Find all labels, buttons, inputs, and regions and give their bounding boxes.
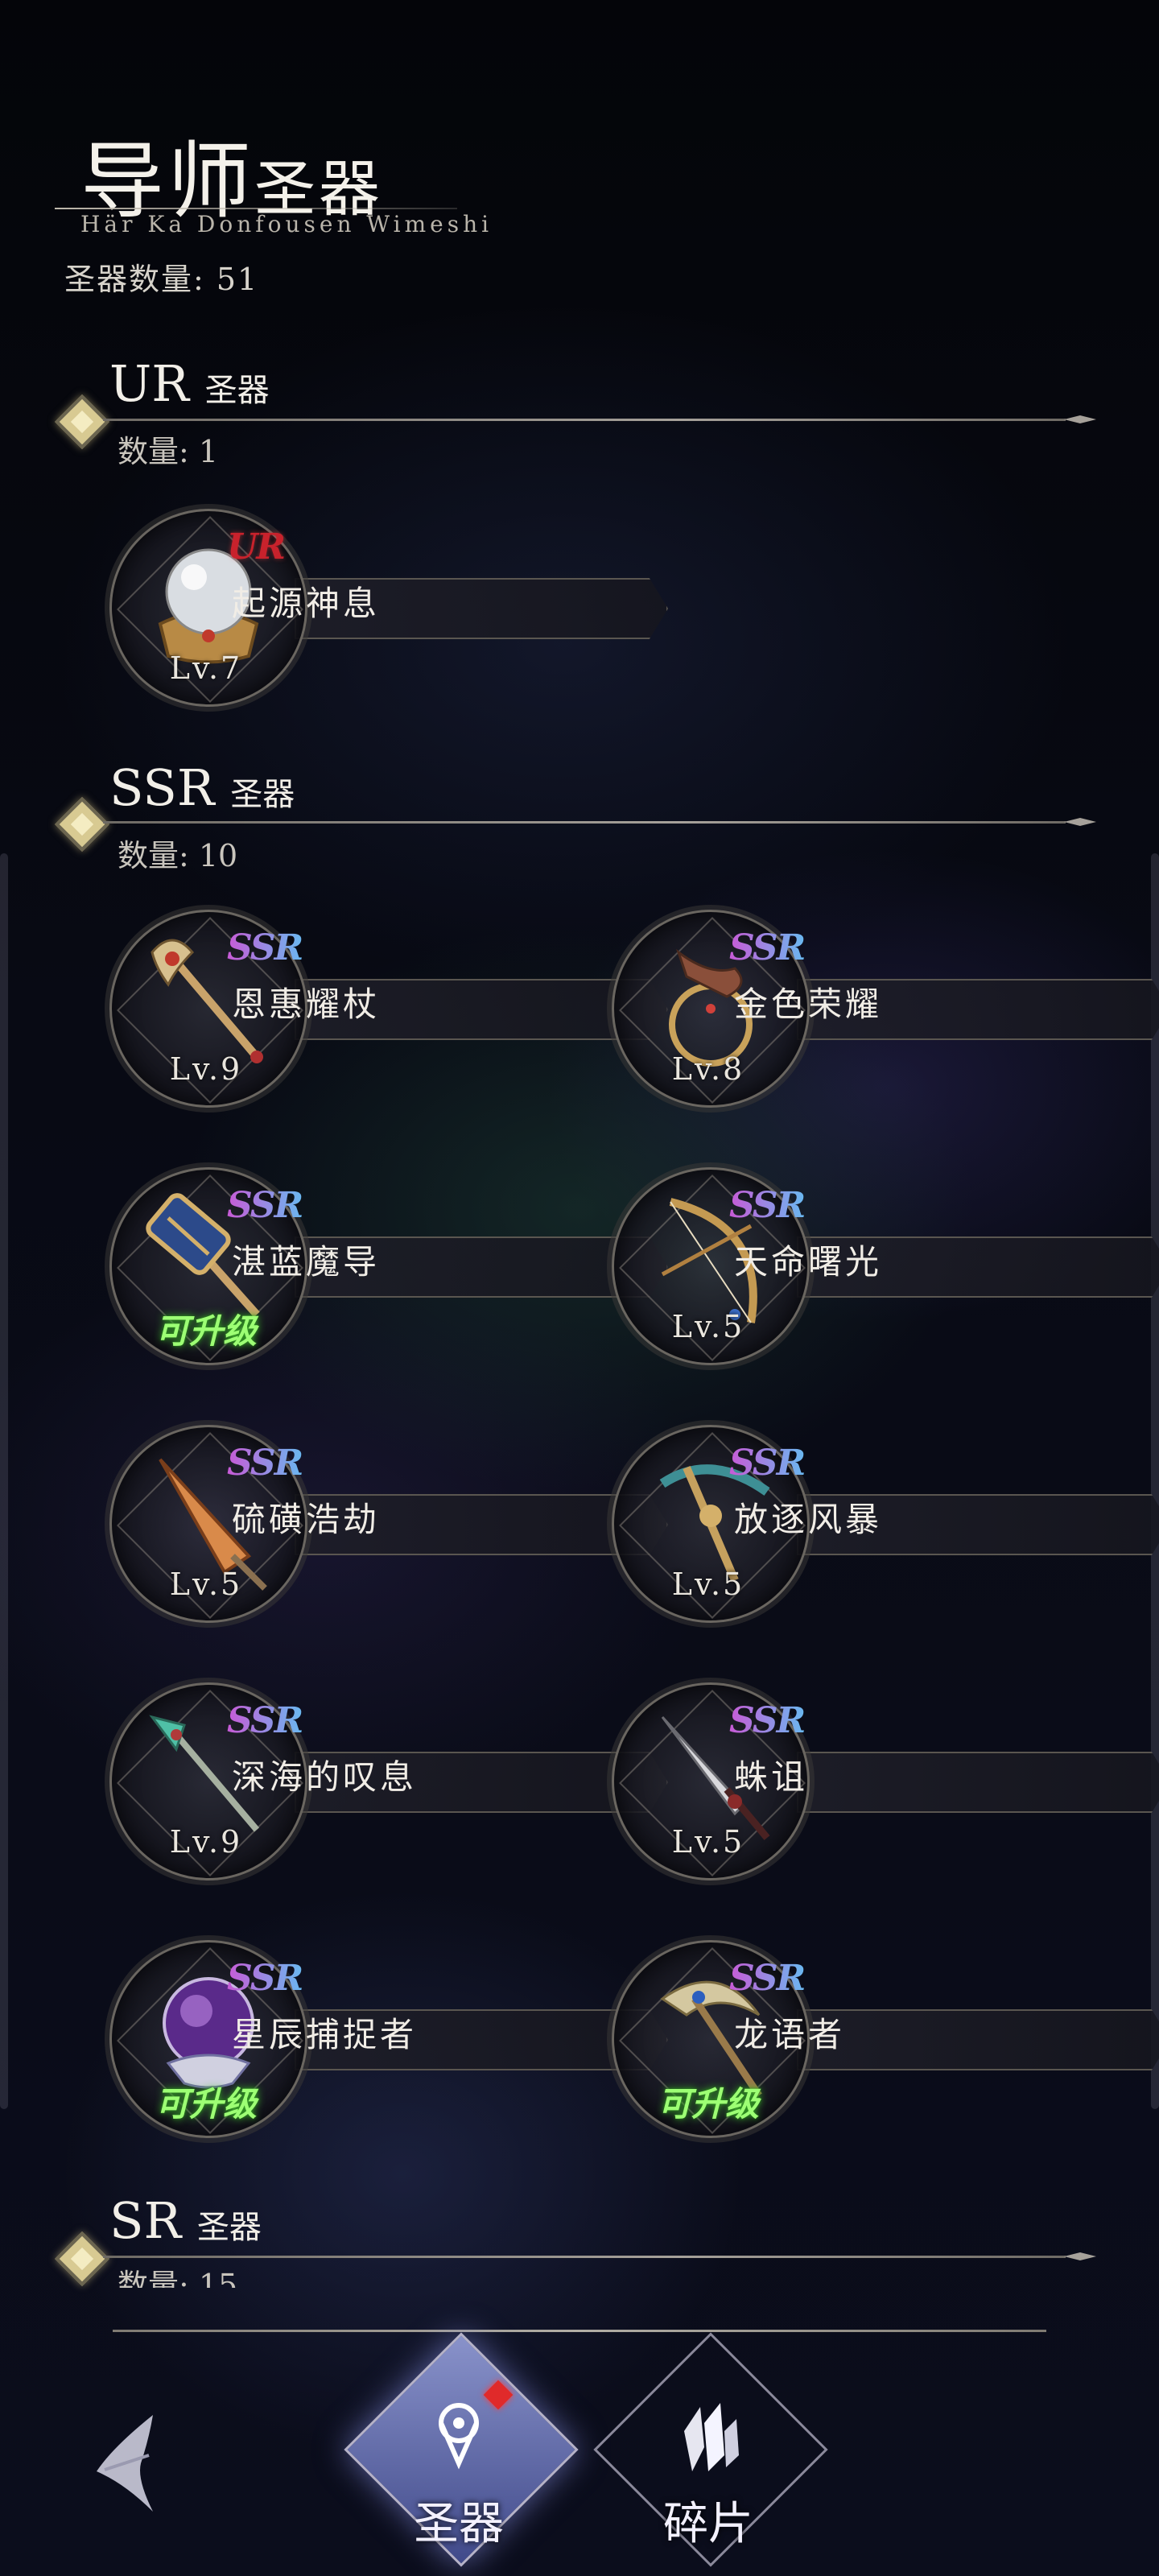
- section-count-ur: 数量: 1: [118, 434, 219, 469]
- artifact-level: Lv.5: [671, 1567, 745, 1602]
- artifact-name: 龙语者: [734, 2015, 846, 2054]
- section-divider: [103, 2256, 1066, 2258]
- page-subtitle: Här Ka Donfousen Wimeshi: [80, 211, 493, 237]
- upgrade-available-badge: 可升级: [155, 1311, 257, 1351]
- upgrade-available-badge: 可升级: [155, 2084, 257, 2124]
- artifact-card[interactable]: UR 起源神息 Lv.7: [109, 509, 668, 718]
- artifact-name: 金色荣耀: [734, 985, 883, 1024]
- artifact-name: 天命曙光: [734, 1242, 883, 1282]
- artifact-name: 深海的叹息: [232, 1757, 418, 1797]
- artifact-total-count: 圣器数量: 51: [64, 262, 259, 297]
- tab-fragment-label: 碎片: [663, 2498, 753, 2550]
- rarity-badge: SSR: [227, 927, 303, 968]
- artifact-name: 恩惠耀杖: [232, 985, 381, 1024]
- artifact-card[interactable]: SSR 放逐风暴 Lv.5: [612, 1425, 1159, 1634]
- artifact-level: Lv.8: [671, 1051, 745, 1087]
- rarity-badge: SSR: [227, 1185, 303, 1226]
- scrollbar[interactable]: [1151, 853, 1159, 2109]
- artifact-level: Lv.5: [671, 1309, 745, 1344]
- rarity-badge: SSR: [729, 1185, 806, 1226]
- artifact-card[interactable]: SSR 湛蓝魔导 可升级: [109, 1167, 668, 1377]
- upgrade-available-badge: 可升级: [657, 2084, 759, 2124]
- section-count-sr: 数量: 15: [118, 2268, 238, 2288]
- artifact-level: Lv.7: [169, 650, 243, 686]
- section-count-ssr: 数量: 10: [118, 838, 238, 873]
- crystal-shard-icon: [684, 2403, 739, 2471]
- rarity-badge: SSR: [227, 1700, 303, 1741]
- artifact-card[interactable]: SSR 恩惠耀杖 Lv.9: [109, 910, 668, 1119]
- section-title-ssr: SSR 圣器: [109, 758, 295, 817]
- rarity-badge: SSR: [729, 1443, 806, 1484]
- artifact-level: Lv.9: [169, 1051, 243, 1087]
- bottom-nav-divider: [113, 2330, 1046, 2332]
- name-plate: [797, 2009, 1159, 2070]
- rarity-badge: SSR: [227, 1443, 303, 1484]
- artifact-card[interactable]: SSR 龙语者 可升级: [612, 1940, 1159, 2149]
- artifact-card[interactable]: SSR 天命曙光 Lv.5: [612, 1167, 1159, 1377]
- rarity-badge: SSR: [729, 927, 806, 968]
- artifact-name: 湛蓝魔导: [232, 1242, 381, 1282]
- left-scroll-rail: [0, 853, 8, 2109]
- artifact-card[interactable]: SSR 金色荣耀 Lv.8: [612, 910, 1159, 1119]
- name-plate: [797, 1752, 1159, 1813]
- section-title-sr: SR 圣器: [109, 2191, 262, 2250]
- artifact-card[interactable]: SSR 硫磺浩劫 Lv.5: [109, 1425, 668, 1634]
- rarity-badge: UR: [227, 526, 286, 568]
- title-underline: [55, 208, 457, 209]
- tab-artifact[interactable]: 圣器: [338, 2332, 580, 2576]
- artifact-name: 星辰捕捉者: [232, 2015, 418, 2054]
- artifact-card[interactable]: SSR 蛛诅 Lv.5: [612, 1682, 1159, 1892]
- artifact-name: 放逐风暴: [734, 1500, 883, 1539]
- rarity-badge: SSR: [729, 1958, 806, 1999]
- artifact-level: Lv.5: [169, 1567, 243, 1602]
- artifact-name: 硫磺浩劫: [232, 1500, 381, 1539]
- artifact-name: 蛛诅: [734, 1757, 809, 1797]
- tab-artifact-label: 圣器: [414, 2498, 504, 2550]
- artifact-tab-icon: [439, 2403, 479, 2470]
- tab-fragment[interactable]: 碎片: [593, 2332, 828, 2576]
- artifact-name: 起源神息: [232, 584, 381, 623]
- section-title-ur: UR 圣器: [109, 354, 270, 413]
- section-divider: [103, 821, 1066, 824]
- rarity-badge: SSR: [729, 1700, 806, 1741]
- rarity-badge: SSR: [227, 1958, 303, 1999]
- artifact-card[interactable]: SSR 深海的叹息 Lv.9: [109, 1682, 668, 1892]
- section-divider: [103, 419, 1066, 421]
- artifact-level: Lv.5: [671, 1824, 745, 1860]
- back-arrow-icon[interactable]: [80, 2407, 169, 2520]
- artifact-level: Lv.9: [169, 1824, 243, 1860]
- artifact-card[interactable]: SSR 星辰捕捉者 可升级: [109, 1940, 668, 2149]
